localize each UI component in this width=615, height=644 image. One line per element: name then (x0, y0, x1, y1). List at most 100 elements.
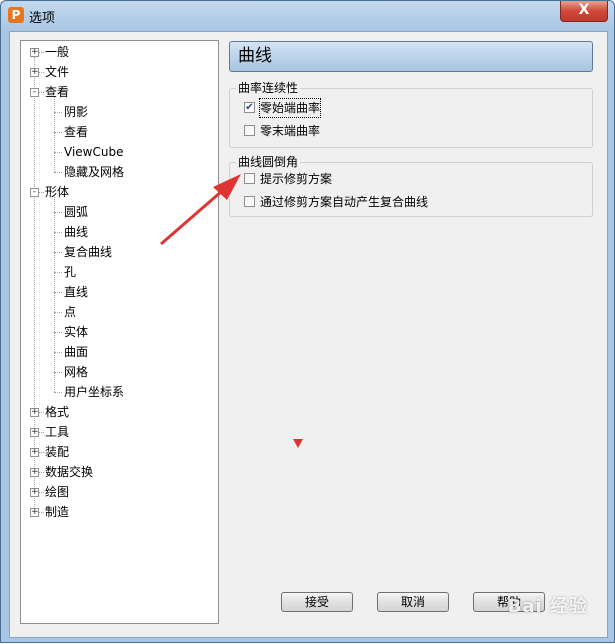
tree-connector (39, 472, 44, 473)
tree-item[interactable]: + 制造 (21, 502, 218, 522)
tree-connector (39, 192, 44, 193)
tree-connector (39, 52, 44, 53)
tree-child-item[interactable]: 实体 (21, 322, 218, 342)
expand-icon[interactable]: + (30, 468, 39, 477)
tree-item-label: 形体 (45, 185, 70, 199)
tree-connector (54, 372, 62, 373)
tree-child-label: 曲面 (64, 345, 89, 359)
tree-child-label: 复合曲线 (64, 245, 113, 259)
tree-child-label: 查看 (64, 125, 89, 139)
group-title-fillet: 曲线圆倒角 (236, 155, 301, 169)
tree-connector (54, 212, 62, 213)
zero-end-curvature-label: 零末端曲率 (260, 124, 321, 138)
curvature-continuity-group: 曲率连续性 ✔ 零始端曲率 零末端曲率 (229, 81, 593, 148)
tree-child-item[interactable]: 隐藏及网格 (21, 162, 218, 182)
tree-child-label: 网格 (64, 365, 89, 379)
tree-connector (54, 332, 62, 333)
zero-start-curvature-label: 零始端曲率 (258, 98, 322, 118)
tree-child-label: ViewCube (64, 145, 124, 159)
tree-item[interactable]: + 文件 (21, 62, 218, 82)
tree-connector (54, 197, 55, 392)
tree-child-item[interactable]: 圆弧 (21, 202, 218, 222)
expand-icon[interactable]: + (30, 48, 39, 57)
tree-connector (39, 72, 44, 73)
tree-child-item[interactable]: 阴影 (21, 102, 218, 122)
tree-item-label: 制造 (45, 505, 70, 519)
dialog-client-area: + 一般 + 文件 - 查看 阴影 查看 ViewCube 隐藏及网格 - 形体 圆弧 曲线 复合曲线孔直线… (9, 31, 608, 638)
app-logo-icon: P (8, 7, 24, 23)
tree-connector (39, 432, 44, 433)
tree-connector (54, 292, 62, 293)
zero-start-curvature-checkbox[interactable]: ✔ (244, 102, 255, 113)
collapse-icon[interactable]: - (30, 188, 39, 197)
auto-composite-checkbox[interactable] (244, 196, 255, 207)
tree-connector (54, 392, 62, 393)
panel-title: 曲线 (229, 41, 593, 72)
tree-item[interactable]: + 绘图 (21, 482, 218, 502)
tree-child-item[interactable]: ViewCube (21, 142, 218, 162)
tree-connector (39, 492, 44, 493)
expand-icon[interactable]: + (30, 448, 39, 457)
tree-child-label: 实体 (64, 325, 89, 339)
tree-child-label: 圆弧 (64, 205, 89, 219)
options-tree[interactable]: + 一般 + 文件 - 查看 阴影 查看 ViewCube 隐藏及网格 - 形体 圆弧 曲线 复合曲线孔直线… (20, 40, 219, 624)
tree-connector (39, 412, 44, 413)
tree-child-item[interactable]: 点 (21, 302, 218, 322)
tree-item[interactable]: + 格式 (21, 402, 218, 422)
tree-connector (54, 152, 62, 153)
tree-child-label: 直线 (64, 285, 89, 299)
cancel-button[interactable]: 取消 (377, 592, 449, 612)
tree-connector (54, 252, 62, 253)
tree-item-label: 绘图 (45, 485, 70, 499)
group-title-curvature: 曲率连续性 (236, 81, 301, 95)
tree-item-label: 数据交换 (45, 465, 94, 479)
tree-connector (54, 112, 62, 113)
expand-icon[interactable]: + (30, 488, 39, 497)
tree-connector (54, 172, 62, 173)
tree-child-item[interactable]: 查看 (21, 122, 218, 142)
tree-connector (54, 132, 62, 133)
tree-item-label: 文件 (45, 65, 70, 79)
prompt-trim-checkbox[interactable] (244, 173, 255, 184)
zero-end-curvature-checkbox[interactable] (244, 125, 255, 136)
tree-item[interactable]: - 形体 (21, 182, 218, 202)
tree-item-label: 一般 (45, 45, 70, 59)
collapse-icon[interactable]: - (30, 88, 39, 97)
tree-child-item[interactable]: 曲线 (21, 222, 218, 242)
tree-child-label: 隐藏及网格 (64, 165, 125, 179)
auto-composite-label: 通过修剪方案自动产生复合曲线 (260, 195, 429, 209)
tree-child-item[interactable]: 网格 (21, 362, 218, 382)
tree-connector (54, 97, 55, 172)
tree-item-label: 工具 (45, 425, 70, 439)
tree-child-label: 孔 (64, 265, 77, 279)
close-button[interactable]: X (560, 1, 608, 22)
tree-item[interactable]: + 数据交换 (21, 462, 218, 482)
accept-button[interactable]: 接受 (281, 592, 353, 612)
tree-child-item[interactable]: 曲面 (21, 342, 218, 362)
tree-child-item[interactable]: 孔 (21, 262, 218, 282)
tree-item[interactable]: - 查看 (21, 82, 218, 102)
expand-icon[interactable]: + (30, 68, 39, 77)
expand-icon[interactable]: + (30, 408, 39, 417)
expand-icon[interactable]: + (30, 428, 39, 437)
tree-item[interactable]: + 工具 (21, 422, 218, 442)
tree-item[interactable]: + 一般 (21, 42, 218, 62)
tree-child-item[interactable]: 复合曲线 (21, 242, 218, 262)
tree-child-label: 曲线 (64, 225, 89, 239)
options-dialog: P 选项 X + 一般 + 文件 - 查看 阴影 查看 ViewCube 隐藏及网格 - 形体 圆弧 曲线… (0, 0, 615, 643)
tree-connector (39, 452, 44, 453)
tree-item[interactable]: + 装配 (21, 442, 218, 462)
tree-child-label: 阴影 (64, 105, 89, 119)
tree-connector (54, 352, 62, 353)
tree-child-item[interactable]: 直线 (21, 282, 218, 302)
tree-child-label: 用户坐标系 (64, 385, 125, 399)
tree-connector (54, 232, 62, 233)
annotation-marker (293, 439, 303, 448)
expand-icon[interactable]: + (30, 508, 39, 517)
tree-connector (54, 272, 62, 273)
title-bar[interactable]: P 选项 X (1, 1, 614, 31)
tree-child-item[interactable]: 用户坐标系 (21, 382, 218, 402)
tree-item-label: 查看 (45, 85, 70, 99)
tree-child-label: 点 (64, 305, 77, 319)
tree-item-label: 装配 (45, 445, 70, 459)
